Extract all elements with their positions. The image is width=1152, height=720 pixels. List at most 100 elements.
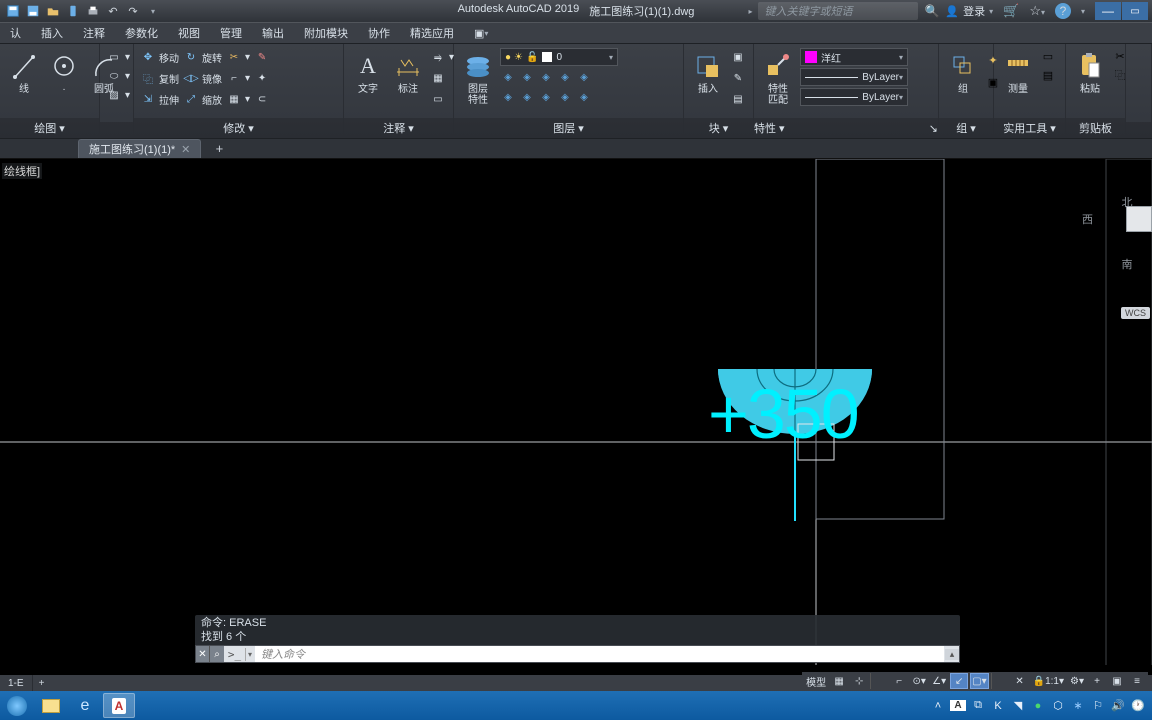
window-maximize-button[interactable]: ▭ [1122, 2, 1148, 20]
cmd-scroll-up-icon[interactable]: ▴ [945, 649, 959, 660]
panel-props-title[interactable]: 特性 ▾↘ [754, 118, 938, 138]
line-button[interactable]: 线 [6, 48, 42, 97]
dimension-button[interactable]: 标注 [390, 48, 426, 97]
drawing-canvas[interactable]: 绘线框] +350 北 西 南 WCS [0, 159, 1152, 665]
block-attr-button[interactable]: ▤ [730, 90, 746, 108]
tab-parametric[interactable]: 参数化 [115, 23, 168, 43]
move-button[interactable]: ✥移动 [140, 48, 179, 66]
tray-volume-icon[interactable]: 🔊 [1110, 699, 1126, 712]
status-model-button[interactable]: 模型 [804, 673, 828, 689]
status-gear-icon[interactable]: ⚙▾ [1068, 673, 1086, 689]
tab-insert[interactable]: 插入 [31, 23, 73, 43]
layer-match-icon[interactable]: ◈ [576, 89, 592, 105]
panel-draw-title[interactable]: 绘图 ▾ [0, 118, 99, 138]
viewcube[interactable]: 北 西 南 [1102, 194, 1152, 244]
ellipse-button[interactable]: ⬭▾ [106, 67, 130, 85]
status-viewport-icon[interactable]: ▣ [1108, 673, 1126, 689]
cmd-recent-button[interactable]: ⌕ [210, 646, 224, 662]
search-icon[interactable]: 🔍 [924, 4, 939, 18]
status-plus-icon[interactable]: + [1088, 673, 1106, 689]
status-dynamicinput-icon[interactable]: ✕ [1011, 673, 1029, 689]
text-button[interactable]: A 文字 [350, 48, 386, 97]
leader-button[interactable]: ⥤▾ [430, 48, 454, 66]
layout-tab-1[interactable]: 1-E [0, 675, 33, 691]
file-tab-add-button[interactable]: + [207, 139, 231, 158]
layer-combo[interactable]: ● ☀ 🔓 0 ▾ [500, 48, 618, 66]
layer-iso-icon[interactable]: ◈ [500, 69, 516, 85]
tray-bluetooth-icon[interactable]: ∗ [1070, 699, 1086, 712]
tray-shield-icon[interactable]: ⚐ [1090, 699, 1106, 712]
tab-manage[interactable]: 管理 [210, 23, 252, 43]
wcs-badge[interactable]: WCS [1121, 307, 1150, 319]
help-caret-icon[interactable]: ▾ [1081, 7, 1085, 16]
taskbar-autocad[interactable]: A [103, 693, 135, 718]
copy-button[interactable]: ⿻复制 [140, 69, 179, 87]
trim-button[interactable]: ✂▾ [226, 48, 250, 66]
table-button[interactable]: ▦ [430, 69, 454, 87]
help-icon[interactable]: ? [1055, 3, 1071, 19]
help-search-input[interactable]: 键入关键字或短语 [758, 2, 918, 20]
qat-save-icon[interactable] [4, 2, 22, 20]
start-button[interactable] [1, 693, 33, 718]
block-edit-button[interactable]: ✎ [730, 69, 746, 87]
stretch-button[interactable]: ⇲拉伸 [140, 90, 179, 108]
tab-default[interactable]: 认 [0, 23, 31, 43]
polyline-button[interactable]: · [46, 48, 82, 97]
paste-button[interactable]: 粘贴 [1072, 48, 1108, 97]
cmd-caret-icon[interactable]: ▾ [246, 650, 254, 659]
rotate-button[interactable]: ↻旋转 [183, 48, 222, 66]
lineweight-combo[interactable]: ByLayer▾ [800, 68, 908, 86]
hatch-button[interactable]: ▨▾ [106, 86, 130, 104]
layer-make-icon[interactable]: ◈ [576, 69, 592, 85]
layer-off-icon[interactable]: ◈ [519, 69, 535, 85]
panel-group-title[interactable]: 组 ▾ [939, 118, 993, 138]
qat-saveas-icon[interactable] [24, 2, 42, 20]
color-combo[interactable]: 洋红▾ [800, 48, 908, 66]
tray-icon-4[interactable]: ● [1030, 700, 1046, 712]
tab-output[interactable]: 输出 [252, 23, 294, 43]
panel-block-title[interactable]: 块 ▾ [684, 118, 753, 138]
array-button[interactable]: ▦▾ [226, 90, 250, 108]
panel-overflow-title[interactable] [1126, 122, 1151, 138]
block-create-button[interactable]: ▣ [730, 48, 746, 66]
util-select-icon[interactable]: ▭ [1040, 48, 1056, 64]
file-tab-close-icon[interactable]: ✕ [181, 143, 190, 156]
status-osnap2-icon[interactable]: ▢▾ [970, 673, 988, 689]
qat-undo-icon[interactable]: ↶ [104, 2, 122, 20]
scale-button[interactable]: ⤢缩放 [183, 90, 222, 108]
util-calc-icon[interactable]: ▤ [1040, 67, 1056, 83]
tray-clock-icon[interactable]: 🕐 [1130, 699, 1146, 712]
taskbar-explorer[interactable] [35, 693, 67, 718]
file-tab[interactable]: 施工图练习(1)(1)* ✕ [78, 139, 201, 158]
layer-thaw-icon[interactable]: ◈ [538, 89, 554, 105]
tray-icon-1[interactable]: ⧉ [970, 699, 986, 712]
command-input[interactable]: 键入命令 [255, 646, 944, 662]
tab-featured[interactable]: 精选应用 [400, 23, 464, 43]
tray-icon-2[interactable]: K [990, 700, 1006, 712]
login-button[interactable]: 👤 登录 ▾ [945, 3, 993, 19]
rect-button[interactable]: ▭▾ [106, 48, 130, 66]
panel-clip-title[interactable]: 剪贴板 [1066, 118, 1125, 138]
qat-dropdown-icon[interactable]: ▾ [144, 2, 162, 20]
status-grid-icon[interactable]: ▦ [830, 673, 848, 689]
group-button[interactable]: 组 [945, 48, 981, 97]
measure-button[interactable]: 测量 [1000, 48, 1036, 97]
cmd-close-button[interactable]: ✕ [196, 646, 210, 662]
status-polar-icon[interactable]: ⊙▾ [910, 673, 928, 689]
matchprops-button[interactable]: 特性 匹配 [760, 48, 796, 108]
fillet-button[interactable]: ⌐▾ [226, 69, 250, 87]
explode-button[interactable]: ✦ [254, 69, 270, 87]
window-minimize-button[interactable]: — [1095, 2, 1121, 20]
tab-addins[interactable]: 附加模块 [294, 23, 358, 43]
tray-icon-5[interactable]: ⬡ [1050, 699, 1066, 712]
tray-up-icon[interactable]: ˄ [930, 700, 946, 712]
tray-icon-3[interactable]: ◥ [1010, 699, 1026, 712]
field-button[interactable]: ▭ [430, 90, 454, 108]
layer-on-icon[interactable]: ◈ [519, 89, 535, 105]
status-iso-icon[interactable]: ∠▾ [930, 673, 948, 689]
offset-button[interactable]: ⊂ [254, 90, 270, 108]
layout-add-button[interactable]: + [33, 675, 51, 691]
favorite-icon[interactable]: ☆▾ [1029, 3, 1045, 19]
taskbar-ie[interactable]: e [69, 693, 101, 718]
panel-util-title[interactable]: 实用工具 ▾ [994, 118, 1065, 138]
